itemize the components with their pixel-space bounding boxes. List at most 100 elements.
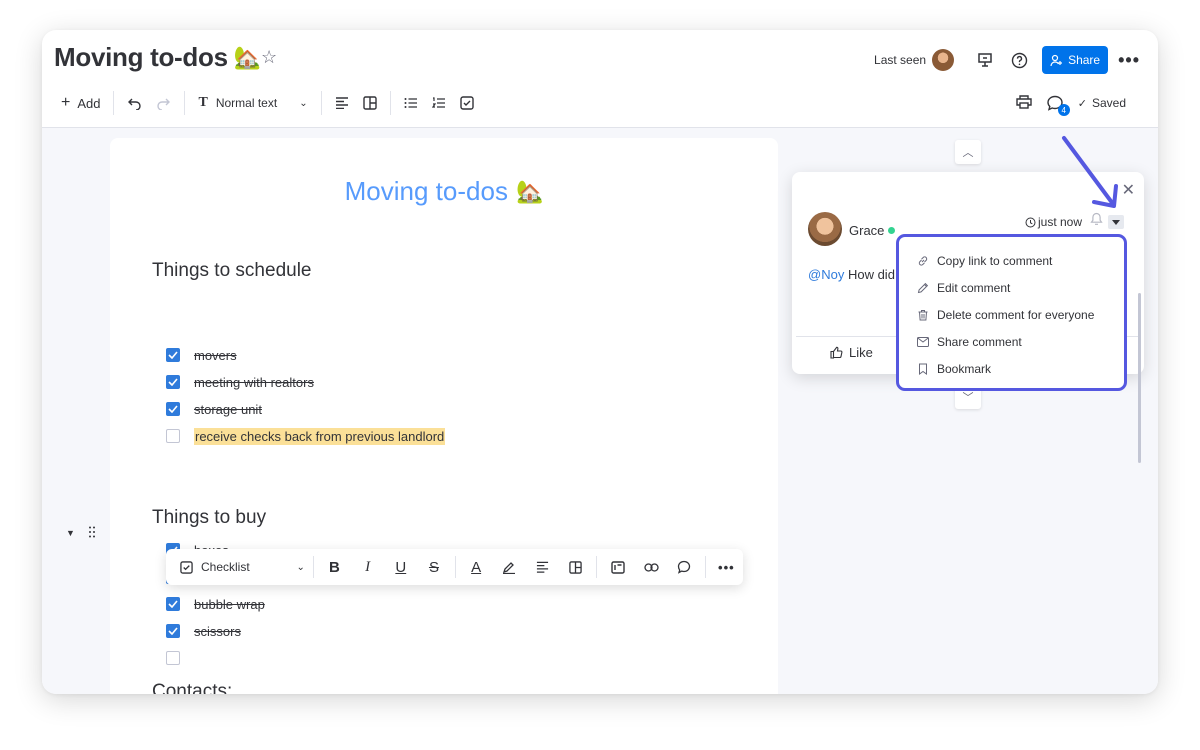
comments-button[interactable]: 4 (1044, 92, 1070, 116)
last-seen-avatar[interactable] (932, 49, 955, 71)
mention-link[interactable]: @Noy (808, 267, 844, 282)
align-left-icon[interactable] (328, 89, 356, 117)
more-options-icon[interactable]: ••• (1118, 50, 1140, 71)
checklist-item[interactable]: storage unit (166, 399, 262, 419)
more-options-icon[interactable]: ••• (710, 549, 743, 585)
layout-columns-icon[interactable] (356, 89, 384, 117)
menu-item-share[interactable]: Share comment (899, 328, 1124, 355)
strikethrough-icon[interactable]: S (417, 549, 450, 585)
numbered-list-icon[interactable] (425, 89, 453, 117)
checklist-icon[interactable] (453, 89, 481, 117)
menu-item-bookmark[interactable]: Bookmark (899, 355, 1124, 382)
checklist-item[interactable]: bubble wrap (166, 594, 265, 614)
menu-item-label: Copy link to comment (937, 253, 1053, 268)
checklist-item[interactable]: meeting with realtors (166, 372, 314, 392)
embed-block-icon[interactable] (601, 549, 634, 585)
add-button[interactable]: + Add (54, 89, 107, 117)
commenter-name[interactable]: Grace (849, 223, 884, 238)
menu-item-edit[interactable]: Edit comment (899, 274, 1124, 301)
previous-comment-button[interactable]: ︿ (955, 140, 981, 164)
last-seen-label: Last seen (874, 53, 927, 67)
checkbox-checked[interactable] (166, 375, 180, 389)
header-actions: Last seen Share ••• (874, 45, 1158, 75)
menu-item-delete[interactable]: Delete comment for everyone (899, 301, 1124, 328)
trash-icon (918, 309, 928, 320)
like-button[interactable]: Like (830, 345, 873, 360)
bulleted-list-icon[interactable] (397, 89, 425, 117)
drag-handle-icon[interactable] (88, 526, 95, 540)
text-style-icon: T (198, 95, 208, 110)
share-button[interactable]: Share (1042, 46, 1109, 74)
checklist-icon (180, 560, 193, 574)
chevron-down-icon: ﹀ (962, 392, 974, 404)
checklist-item[interactable]: movers (166, 345, 237, 365)
checkbox-unchecked[interactable] (166, 429, 180, 443)
checklist-item-text: meeting with realtors (194, 374, 314, 390)
page-title[interactable]: Moving to-dos 🏡 (54, 42, 261, 73)
comment-text: How did (847, 267, 895, 282)
pencil-icon (917, 282, 929, 293)
saved-label: Saved (1091, 96, 1126, 110)
redo-icon[interactable] (149, 89, 178, 117)
comment-body: @Noy How did (808, 267, 895, 282)
align-left-icon[interactable] (526, 549, 559, 585)
toolbar-divider (312, 556, 314, 578)
document-title[interactable]: Moving to-dos 🏡 (110, 176, 778, 207)
star-icon[interactable]: ☆ (261, 47, 277, 68)
presentation-icon[interactable] (972, 47, 998, 73)
menu-item-copy-link[interactable]: Copy link to comment (899, 247, 1124, 274)
toolbar-divider (389, 91, 391, 115)
layout-columns-icon[interactable] (559, 549, 592, 585)
online-status-dot (888, 227, 895, 234)
checkbox-checked[interactable] (166, 597, 180, 611)
toolbar-divider (596, 556, 598, 578)
link-icon (918, 255, 928, 266)
checklist-item[interactable]: receive checks back from previous landlo… (166, 426, 446, 446)
scrollbar[interactable] (1138, 293, 1141, 463)
italic-icon[interactable]: I (351, 549, 384, 585)
comments-count-badge: 4 (1057, 104, 1070, 116)
block-type-value: Checklist (201, 560, 250, 574)
comment-timestamp: just now (1025, 215, 1082, 229)
text-color-icon[interactable]: A (460, 549, 493, 585)
checklist-item-text: scissors (194, 623, 241, 639)
saved-status: ✓ Saved (1078, 96, 1126, 110)
annotation-arrow-icon (1062, 136, 1118, 208)
commenter-avatar[interactable] (808, 212, 842, 246)
help-icon[interactable] (1006, 47, 1032, 73)
block-type-dropdown[interactable]: Checklist ⌄ (180, 560, 309, 574)
menu-item-label: Edit comment (937, 280, 1011, 295)
document-page[interactable]: Moving to-dos 🏡 Things to schedule mover… (110, 138, 778, 694)
toolbar-divider (454, 556, 456, 578)
section-heading[interactable]: Things to buy (152, 507, 266, 529)
toolbar-right: 4 ✓ Saved (1016, 88, 1126, 118)
comment-icon[interactable] (668, 549, 701, 585)
checklist-item[interactable]: scissors (166, 621, 241, 641)
comment-options-menu: Copy link to comment Edit comment Delete… (896, 234, 1127, 391)
collapse-caret-icon[interactable]: ▼ (66, 528, 75, 538)
section-heading[interactable]: Contacts: (152, 681, 232, 694)
toolbar-divider (184, 91, 186, 115)
checklist-item[interactable] (166, 648, 194, 668)
print-icon[interactable] (1016, 94, 1032, 112)
link-icon[interactable] (634, 549, 667, 585)
checkbox-checked[interactable] (166, 402, 180, 416)
underline-icon[interactable]: U (384, 549, 417, 585)
section-heading[interactable]: Things to schedule (152, 260, 312, 282)
text-style-dropdown[interactable]: T Normal text ⌄ (191, 89, 314, 117)
checkbox-unchecked[interactable] (166, 651, 180, 665)
checkbox-checked[interactable] (166, 624, 180, 638)
toolbar-divider (704, 556, 706, 578)
plus-icon: + (61, 94, 71, 111)
highlighter-icon[interactable] (493, 549, 526, 585)
bold-icon[interactable]: B (318, 549, 351, 585)
checkbox-checked[interactable] (166, 348, 180, 362)
checklist-item-text-highlighted: receive checks back from previous landlo… (194, 427, 446, 445)
house-emoji-icon: 🏡 (515, 178, 544, 204)
format-toolbar: Checklist ⌄ B I U S A ••• (166, 549, 743, 585)
comment-options-caret-icon[interactable] (1108, 215, 1124, 229)
undo-icon[interactable] (120, 89, 149, 117)
add-button-label: Add (77, 95, 101, 111)
share-button-label: Share (1068, 53, 1101, 67)
toolbar-divider (320, 91, 322, 115)
